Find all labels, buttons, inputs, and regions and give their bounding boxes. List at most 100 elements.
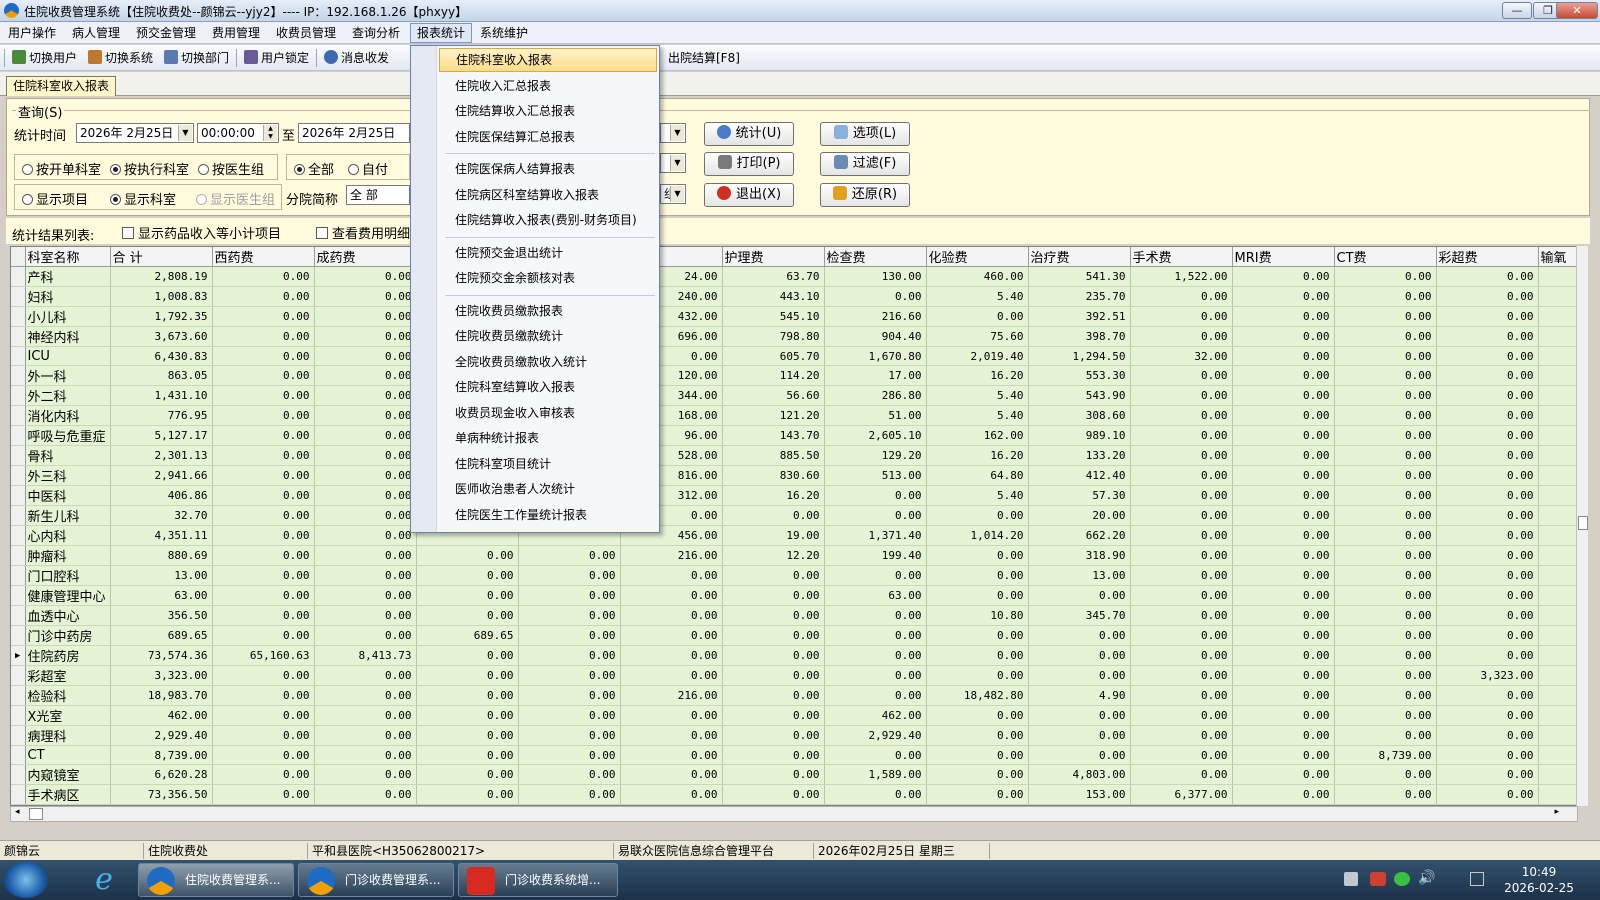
amount-cell[interactable]: 0.00 [1232,625,1335,646]
amount-cell[interactable]: 0.00 [824,665,927,686]
amount-cell[interactable]: 0.00 [1334,565,1437,586]
amount-cell[interactable]: 3,323.00 [1436,665,1539,686]
amount-cell[interactable]: 0.00 [926,764,1029,785]
dropdown-menu-item[interactable]: 住院医生工作量统计报表 [439,503,657,527]
amount-cell[interactable]: 0.00 [1130,405,1233,426]
amount-cell[interactable]: 114.20 [722,365,825,386]
amount-cell[interactable]: 20.00 [1028,505,1131,526]
chevron-down-icon[interactable]: ▼ [670,125,684,141]
dropdown-menu-item[interactable]: 全院收费员缴款收入统计 [439,350,657,374]
discharge-settlement-button[interactable]: 出院结算[F8] [668,49,740,67]
column-header[interactable]: 合 计 [110,247,213,267]
amount-cell[interactable]: 0.00 [722,565,825,586]
amount-cell[interactable]: 0.00 [722,645,825,666]
amount-cell[interactable] [1538,445,1579,466]
amount-cell[interactable]: 4.90 [1028,685,1131,706]
amount-cell[interactable]: 0.00 [1232,405,1335,426]
amount-cell[interactable]: 0.00 [1436,745,1539,765]
amount-cell[interactable]: 0.00 [314,545,417,566]
amount-cell[interactable]: 2,929.40 [824,725,927,746]
dept-name-cell[interactable]: 神经内科 [25,326,111,347]
amount-cell[interactable]: 0.00 [416,784,519,805]
amount-cell[interactable]: 0.00 [620,725,723,746]
amount-cell[interactable]: 5.40 [926,485,1029,506]
amount-cell[interactable] [1538,326,1579,347]
amount-cell[interactable]: 0.00 [314,445,417,466]
dept-name-cell[interactable]: 产科 [25,266,111,287]
amount-cell[interactable]: 0.00 [212,784,315,805]
combo-1[interactable]: ▼ [660,123,686,143]
amount-cell[interactable]: 63.70 [722,266,825,287]
amount-cell[interactable]: 8,739.00 [1334,745,1437,765]
amount-cell[interactable]: 0.00 [722,665,825,686]
amount-cell[interactable]: 19.00 [722,525,825,546]
amount-cell[interactable]: 406.86 [110,485,213,506]
amount-cell[interactable]: 0.00 [1130,326,1233,347]
amount-cell[interactable]: 0.00 [926,705,1029,726]
amount-cell[interactable]: 12.20 [722,545,825,566]
radio-by-doctor-group[interactable]: 按医生组 [198,159,264,178]
dropdown-menu-item[interactable]: 住院收费员缴款报表 [439,299,657,323]
amount-cell[interactable]: 0.00 [314,625,417,646]
task-outpatient-system[interactable]: 门诊收费系统增... [458,863,618,897]
amount-cell[interactable]: 2,019.40 [926,346,1029,366]
amount-cell[interactable]: 216.00 [620,545,723,566]
amount-cell[interactable]: 0.00 [722,625,825,646]
amount-cell[interactable]: 0.00 [1232,545,1335,566]
radio-scope-all[interactable]: 全部 [294,159,334,178]
table-row[interactable]: 肿瘤科 880.69 0.00 0.00 0.00 0.00 216.00 12.20 199.… [11,545,1579,566]
amount-cell[interactable]: 0.00 [1130,665,1233,686]
amount-cell[interactable]: 0.00 [620,764,723,785]
amount-cell[interactable]: 0.00 [1334,425,1437,446]
amount-cell[interactable]: 0.00 [1130,505,1233,526]
amount-cell[interactable]: 0.00 [212,764,315,785]
amount-cell[interactable]: 0.00 [1028,585,1131,606]
dropdown-menu-item[interactable]: 住院医保结算汇总报表 [439,125,657,149]
dept-name-cell[interactable]: 健康管理中心 [25,585,111,606]
amount-cell[interactable]: 880.69 [110,545,213,566]
amount-cell[interactable]: 863.05 [110,365,213,386]
vertical-scroll-thumb[interactable] [1578,516,1588,530]
column-header[interactable]: MRI费 [1232,247,1335,267]
amount-cell[interactable]: 0.00 [926,645,1029,666]
wechat-icon[interactable] [1394,872,1410,886]
messages-button[interactable]: 消息收发 [324,49,389,67]
amount-cell[interactable]: 0.00 [314,405,417,426]
amount-cell[interactable] [1538,685,1579,706]
amount-cell[interactable]: 0.00 [824,505,927,526]
amount-cell[interactable]: 0.00 [212,485,315,506]
amount-cell[interactable]: 0.00 [824,565,927,586]
amount-cell[interactable]: 0.00 [620,645,723,666]
amount-cell[interactable]: 0.00 [416,725,519,746]
dropdown-menu-item[interactable]: 收费员现金收入审核表 [439,401,657,425]
amount-cell[interactable]: 0.00 [1334,525,1437,546]
amount-cell[interactable]: 0.00 [1334,266,1437,287]
amount-cell[interactable]: 0.00 [620,745,723,765]
amount-cell[interactable]: 0.00 [1130,385,1233,406]
amount-cell[interactable]: 398.70 [1028,326,1131,347]
dept-name-cell[interactable]: 彩超室 [25,665,111,686]
switch-system-button[interactable]: 切换系统 [88,49,153,67]
amount-cell[interactable]: 0.00 [926,784,1029,805]
amount-cell[interactable]: 1,371.40 [824,525,927,546]
amount-cell[interactable]: 541.30 [1028,266,1131,287]
amount-cell[interactable]: 0.00 [518,565,621,586]
radio-by-exec-dept[interactable]: 按执行科室 [110,159,189,178]
amount-cell[interactable]: 4,803.00 [1028,764,1131,785]
scroll-right-arrow-icon[interactable]: ▸ [1554,807,1559,817]
amount-cell[interactable]: 1,589.00 [824,764,927,785]
amount-cell[interactable]: 0.00 [620,585,723,606]
amount-cell[interactable]: 0.00 [416,545,519,566]
amount-cell[interactable]: 64.80 [926,465,1029,486]
close-window-button[interactable]: ✕ [1556,2,1598,19]
amount-cell[interactable]: 0.00 [518,665,621,686]
table-row[interactable]: 消化内科 776.95 0.00 0.00 168.00 121.20 51.00 5.40 3… [11,405,1579,426]
amount-cell[interactable] [1538,545,1579,566]
amount-cell[interactable]: 460.00 [926,266,1029,287]
amount-cell[interactable]: 0.00 [722,784,825,805]
minimize-button[interactable]: — [1502,2,1532,19]
amount-cell[interactable]: 6,377.00 [1130,784,1233,805]
menu-report-stats[interactable]: 报表统计 [410,23,473,43]
amount-cell[interactable]: 0.00 [1130,764,1233,785]
amount-cell[interactable]: 0.00 [314,346,417,366]
